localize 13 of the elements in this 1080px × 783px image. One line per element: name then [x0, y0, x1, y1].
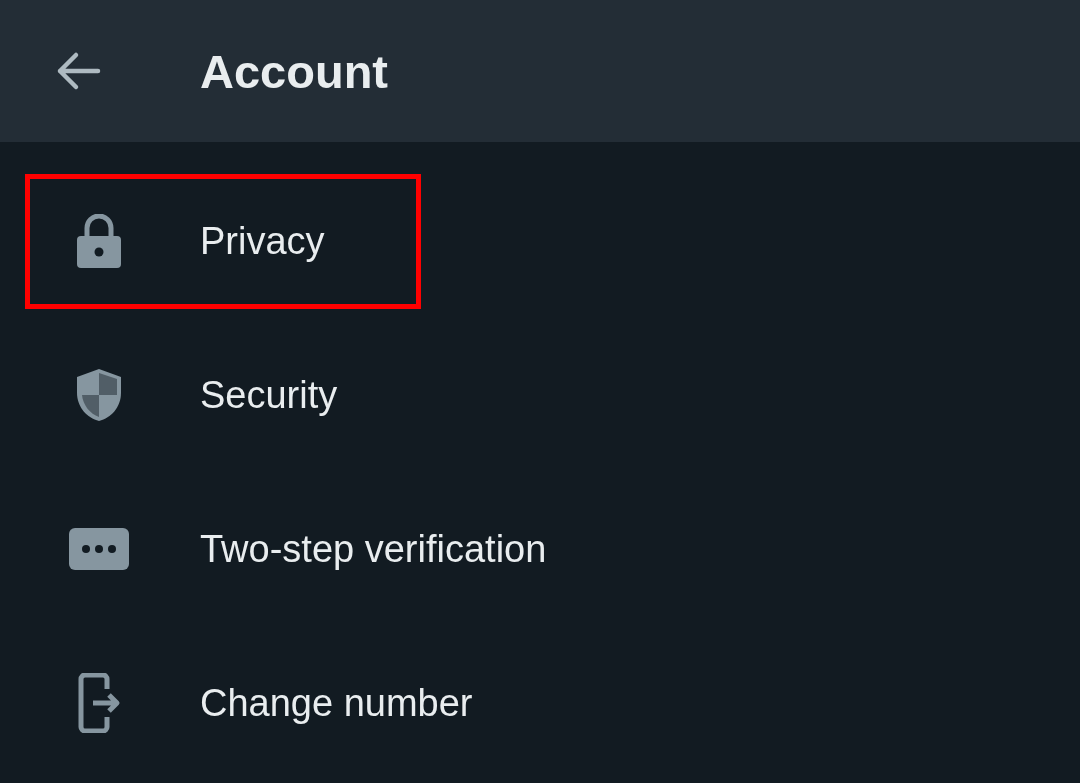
password-dots-icon: [69, 528, 129, 570]
screen-title: Account: [200, 43, 388, 99]
settings-item[interactable]: Privacy: [0, 164, 1080, 318]
settings-item[interactable]: Change number: [0, 626, 1080, 780]
settings-item[interactable]: Security: [0, 318, 1080, 472]
item-label: Privacy: [200, 219, 325, 263]
settings-item[interactable]: Two-step verification: [0, 472, 1080, 626]
item-label: Change number: [200, 681, 473, 725]
shield-icon: [74, 367, 124, 423]
lock-icon: [75, 214, 123, 268]
item-label: Security: [200, 373, 338, 417]
item-label: Two-step verification: [200, 527, 547, 571]
exit-icon: [77, 673, 121, 733]
